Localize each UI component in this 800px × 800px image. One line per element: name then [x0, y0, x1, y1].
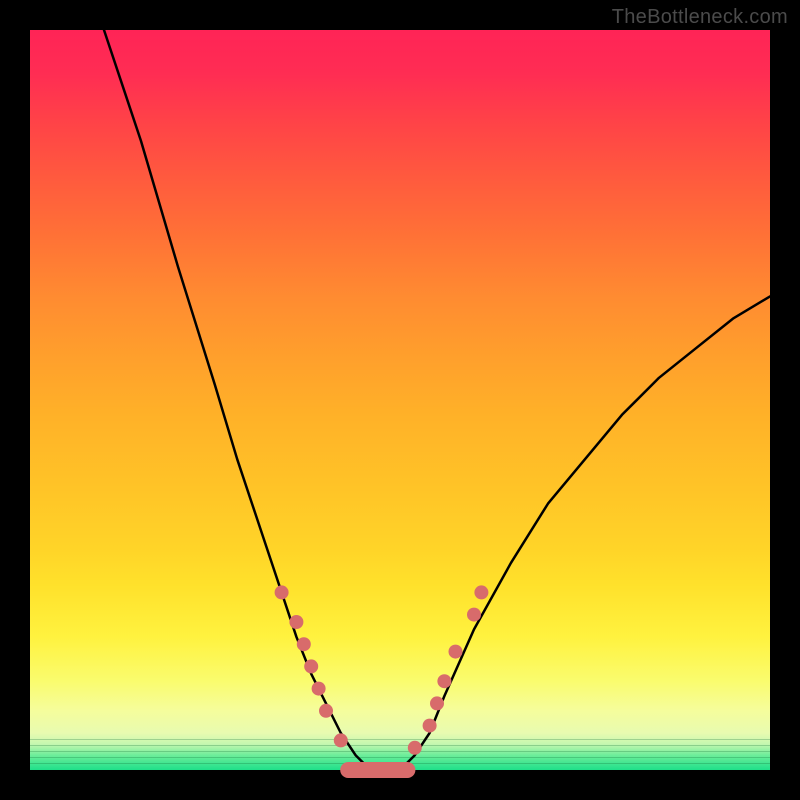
plot-area: [30, 30, 770, 770]
data-marker: [304, 659, 318, 673]
chart-frame: TheBottleneck.com: [0, 0, 800, 800]
data-marker: [275, 585, 289, 599]
watermark-text: TheBottleneck.com: [612, 6, 788, 29]
data-marker: [334, 733, 348, 747]
curve-layer: [30, 30, 770, 770]
data-marker: [297, 637, 311, 651]
bottleneck-curve: [104, 30, 770, 770]
data-marker: [312, 682, 326, 696]
data-marker: [289, 615, 303, 629]
data-marker: [319, 704, 333, 718]
data-marker: [474, 585, 488, 599]
data-marker: [449, 645, 463, 659]
data-marker: [467, 608, 481, 622]
data-marker: [408, 741, 422, 755]
data-marker: [437, 674, 451, 688]
data-marker: [430, 696, 444, 710]
data-marker: [423, 719, 437, 733]
